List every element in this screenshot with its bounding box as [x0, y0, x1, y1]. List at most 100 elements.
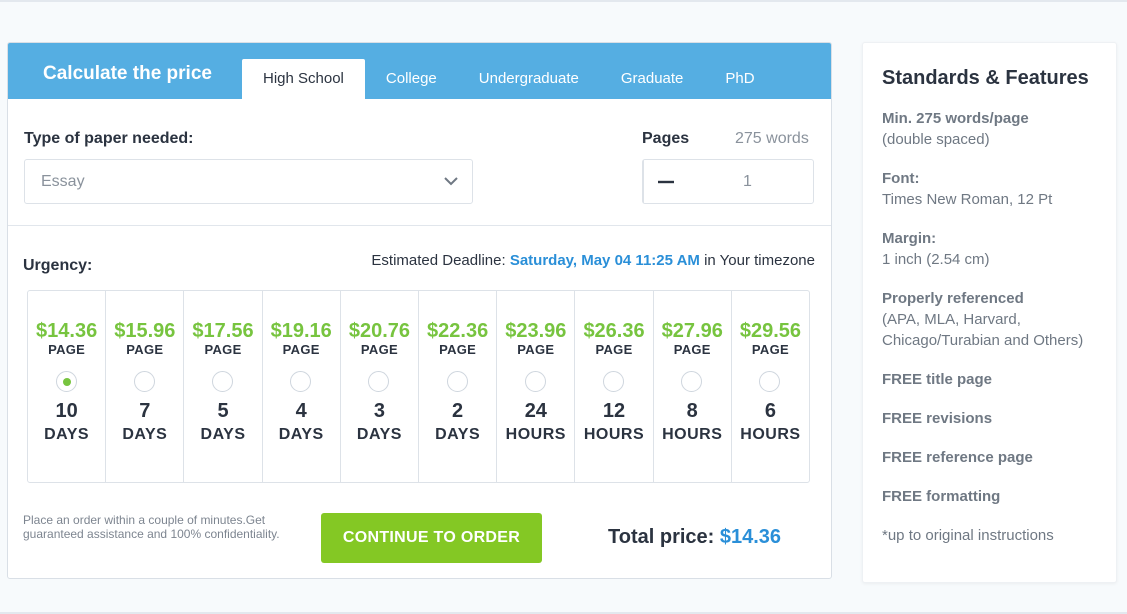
urgency-option[interactable]: $15.96 PAGE 7 DAYS	[106, 291, 185, 482]
option-per-page: PAGE	[48, 342, 86, 357]
urgency-option[interactable]: $22.36 PAGE 2 DAYS	[419, 291, 498, 482]
urgency-option[interactable]: $20.76 PAGE 3 DAYS	[341, 291, 420, 482]
standards-features-panel: Standards & Features Min. 275 words/page…	[862, 42, 1117, 583]
features-title: Standards & Features	[882, 67, 1089, 89]
option-radio[interactable]	[759, 371, 781, 392]
option-price: $27.96	[661, 320, 723, 342]
option-radio[interactable]	[55, 371, 77, 392]
option-radio[interactable]	[603, 371, 625, 392]
urgency-option[interactable]: $26.36 PAGE 12 HOURS	[575, 291, 654, 482]
option-per-page: PAGE	[204, 342, 242, 357]
option-amount: 2	[452, 400, 464, 422]
deadline-prefix: Estimated Deadline:	[371, 252, 506, 269]
decrease-pages-button[interactable]	[643, 160, 674, 203]
total-price-value: $14.36	[719, 526, 782, 548]
pages-label: Pages	[642, 130, 690, 147]
feature-detail: 1 inch (2.54 cm)	[882, 251, 990, 268]
option-unit: DAYS	[356, 426, 402, 443]
chevron-down-icon	[444, 177, 458, 186]
option-per-page: PAGE	[282, 342, 320, 357]
feature-footnote: *up to original instructions	[882, 525, 1107, 546]
feature-detail: (double spaced)	[882, 131, 990, 148]
option-radio[interactable]	[681, 371, 703, 392]
urgency-option[interactable]: $19.16 PAGE 4 DAYS	[263, 291, 341, 482]
academic-level-tabs: High School College Undergraduate Gradua…	[242, 59, 776, 99]
option-per-page: PAGE	[751, 342, 789, 357]
option-amount: 7	[139, 400, 151, 422]
option-price: $23.96	[505, 320, 567, 342]
option-radio[interactable]	[446, 371, 468, 392]
option-per-page: PAGE	[439, 342, 477, 357]
total-price-label: Total price:	[608, 526, 715, 548]
section-divider	[8, 225, 831, 226]
top-border	[0, 0, 1127, 2]
option-unit: HOURS	[505, 426, 566, 443]
option-unit: DAYS	[278, 426, 324, 443]
pages-stepper	[642, 159, 831, 204]
urgency-option[interactable]: $14.36 PAGE 10 DAYS	[28, 291, 107, 482]
urgency-option[interactable]: $27.96 PAGE 8 HOURS	[654, 291, 732, 482]
option-per-page: PAGE	[673, 342, 711, 357]
tab-undergraduate[interactable]: Undergraduate	[458, 59, 600, 99]
paper-type-value: Essay	[41, 173, 85, 190]
feature-item: Min. 275 words/page (double spaced)	[882, 108, 1107, 150]
feature-detail: *up to original instructions	[882, 527, 1054, 544]
paper-type-select[interactable]: Essay	[24, 159, 473, 204]
option-price: $15.96	[114, 320, 176, 342]
option-price: $17.56	[192, 320, 254, 342]
option-unit: DAYS	[200, 426, 246, 443]
feature-heading: Margin:	[882, 230, 937, 247]
option-unit: DAYS	[122, 426, 168, 443]
option-radio[interactable]	[290, 371, 312, 392]
tab-high-school[interactable]: High School	[242, 59, 365, 99]
deadline-date: Saturday, May 04 11:25 AM	[509, 252, 700, 269]
urgency-option[interactable]: $29.56 PAGE 6 HOURS	[732, 291, 809, 482]
option-amount: 8	[686, 400, 698, 422]
option-price: $22.36	[427, 320, 489, 342]
option-amount: 3	[373, 400, 385, 422]
option-unit: DAYS	[44, 426, 90, 443]
calculator-title: Calculate the price	[43, 63, 212, 84]
option-radio[interactable]	[212, 371, 233, 392]
option-per-page: PAGE	[126, 342, 164, 357]
feature-heading: FREE formatting	[882, 488, 1001, 505]
tab-phd[interactable]: PhD	[704, 59, 775, 99]
urgency-option[interactable]: $23.96 PAGE 24 HOURS	[497, 291, 576, 482]
tab-graduate[interactable]: Graduate	[600, 59, 705, 99]
option-amount: 4	[295, 400, 307, 422]
option-unit: HOURS	[583, 426, 645, 443]
option-amount: 5	[217, 400, 229, 422]
feature-heading: Min. 275 words/page	[882, 110, 1029, 127]
feature-item: Margin: 1 inch (2.54 cm)	[882, 228, 1107, 270]
option-unit: HOURS	[662, 426, 723, 443]
urgency-label: Urgency:	[23, 257, 93, 274]
deadline-suffix: in Your timezone	[704, 252, 815, 269]
tab-college[interactable]: College	[365, 59, 458, 99]
paper-type-label: Type of paper needed:	[24, 130, 194, 147]
option-radio[interactable]	[524, 371, 546, 392]
option-per-page: PAGE	[360, 342, 398, 357]
option-price: $29.56	[739, 320, 802, 342]
urgency-options: $14.36 PAGE 10 DAYS $15.96 PAGE 7 DAYS $…	[27, 290, 810, 483]
feature-heading: FREE reference page	[882, 449, 1033, 466]
option-price: $19.16	[270, 320, 332, 342]
option-price: $20.76	[348, 320, 410, 342]
order-note: Place an order within a couple of minute…	[23, 513, 280, 541]
feature-heading: FREE revisions	[882, 410, 993, 427]
feature-item: FREE formatting	[882, 486, 1107, 507]
feature-item: FREE revisions	[882, 408, 1107, 429]
option-per-page: PAGE	[595, 342, 633, 357]
feature-item: Font: Times New Roman, 12 Pt	[882, 168, 1107, 210]
feature-item: FREE reference page	[882, 447, 1107, 468]
option-radio[interactable]	[133, 371, 155, 392]
option-radio[interactable]	[368, 371, 390, 392]
option-amount: 12	[602, 400, 626, 422]
minus-icon	[658, 180, 674, 184]
continue-to-order-button[interactable]: CONTINUE TO ORDER	[321, 513, 542, 563]
option-unit: HOURS	[740, 426, 801, 443]
feature-detail: Times New Roman, 12 Pt	[882, 191, 1053, 208]
feature-item: Properly referenced (APA, MLA, Harvard, …	[882, 288, 1107, 351]
option-amount: 10	[55, 400, 78, 422]
urgency-option[interactable]: $17.56 PAGE 5 DAYS	[184, 291, 263, 482]
words-count: 275 words	[735, 130, 809, 147]
